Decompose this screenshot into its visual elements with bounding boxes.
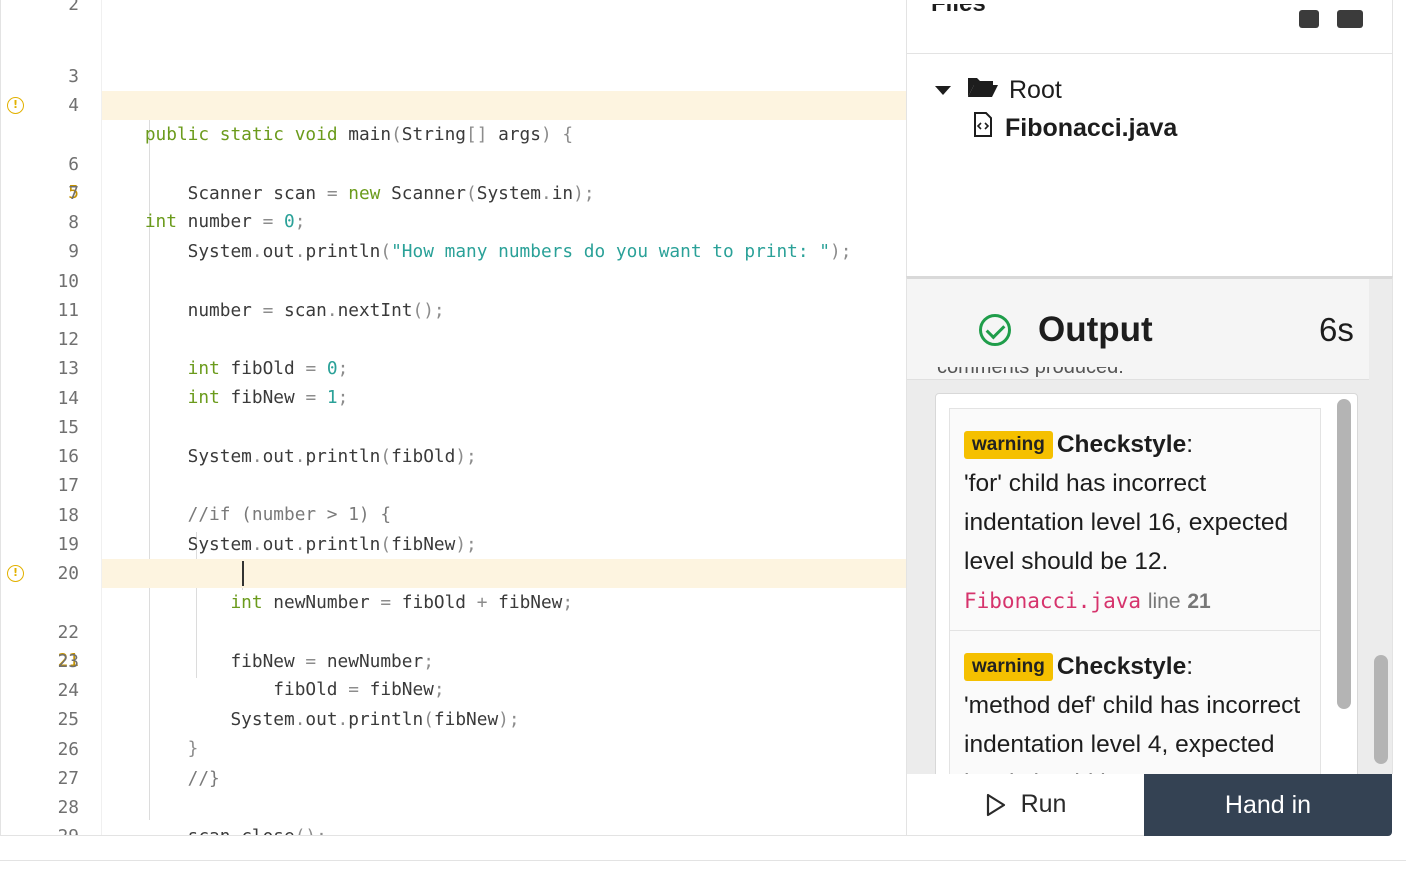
- code-file-icon: [973, 111, 993, 145]
- code-line: 14: [1, 355, 908, 409]
- tree-item-label: Root: [1009, 75, 1062, 104]
- line-label: line: [1147, 590, 1181, 613]
- code-line: 20 int newNumber = fibOld + fibNew;: [1, 530, 908, 613]
- output-summary-text: comments produced:: [937, 367, 1197, 377]
- code-line: 22 fibNew = newNumber;: [1, 589, 908, 672]
- code-line: 8 System.out.println("How many numbers d…: [1, 179, 908, 262]
- code-line: 28 scan.close();: [1, 764, 908, 835]
- code-line-warning: ! 21 fibOld = fibNew;: [1, 559, 908, 700]
- code-line: 15 System.out.println(fibOld);: [1, 384, 908, 467]
- files-panel: Files Root Fibonacci.java: [906, 0, 1393, 276]
- code-line: 26 //}: [1, 706, 908, 789]
- line-number: 2: [68, 0, 79, 15]
- code-line: 17 //if (number > 1) {: [1, 442, 908, 525]
- divider: [907, 53, 1392, 54]
- tree-item-label: Fibonacci.java: [1005, 113, 1178, 142]
- hand-in-button[interactable]: Hand in: [1144, 774, 1392, 836]
- warning-icon[interactable]: !: [7, 97, 24, 114]
- code-line: 18 System.out.println(fibNew);: [1, 472, 908, 555]
- tree-item-file[interactable]: Fibonacci.java: [973, 111, 1178, 145]
- tree-item-root[interactable]: Root: [935, 75, 1062, 105]
- list-item: warning Checkstyle: 'method def' child ha…: [949, 630, 1321, 774]
- message-text: 'for' child has incorrect indentation le…: [964, 470, 1289, 575]
- checker-name: Checkstyle: [1056, 431, 1187, 458]
- warning-icon[interactable]: !: [7, 565, 24, 582]
- scrollbar-thumb[interactable]: [1337, 399, 1351, 709]
- output-duration: 6s: [1319, 311, 1354, 348]
- code-line: 24 System.out.println(fibNew);: [1, 647, 908, 730]
- play-icon: [986, 793, 1005, 816]
- scrollbar-thumb[interactable]: [1374, 655, 1388, 764]
- code-line: 13 int fibNew = 1;: [1, 325, 908, 408]
- code-line: 2: [1, 0, 908, 33]
- code-line: 25 }: [1, 676, 908, 759]
- files-panel-title: Files: [931, 4, 986, 20]
- message-text: 'method def' child has incorrect indenta…: [964, 692, 1301, 774]
- line-highlight: [102, 559, 908, 588]
- code-line: 27: [1, 735, 908, 789]
- output-header: Output 6s: [907, 279, 1369, 380]
- warning-badge: warning: [964, 653, 1053, 681]
- divider: [0, 860, 1406, 861]
- code-line: 6 Scanner scan = new Scanner(System.in);: [1, 121, 908, 204]
- code-line: 10 number = scan.nextInt();: [1, 238, 908, 321]
- code-line: 4 public static void main(String[] args)…: [1, 62, 908, 145]
- code-line: 16: [1, 413, 908, 467]
- line-highlight: [102, 91, 908, 120]
- new-folder-icon[interactable]: [1337, 10, 1363, 28]
- code-line: 30: [1, 822, 908, 835]
- check-circle-icon: [979, 314, 1011, 346]
- code-line: 9: [1, 208, 908, 262]
- caret-down-icon[interactable]: [935, 85, 951, 95]
- warning-badge: warning: [964, 431, 1053, 459]
- code-line: 12 int fibOld = 0;: [1, 296, 908, 379]
- line-number-ref[interactable]: 21: [1187, 590, 1210, 613]
- text-cursor: [242, 561, 244, 586]
- code-line: 3 class Fibonacci {: [1, 33, 908, 116]
- run-label: Run: [1020, 790, 1067, 818]
- message-list[interactable]: warning Checkstyle: 'for' child has incor…: [935, 393, 1358, 774]
- output-panel: Output 6s comments produced: warningChec…: [906, 276, 1393, 774]
- code-line-warning: ! 5 int number = 0;: [1, 91, 908, 232]
- code-line: 23: [1, 618, 908, 672]
- code-line: 11: [1, 267, 908, 321]
- checker-name: Checkstyle: [1056, 653, 1187, 680]
- file-link[interactable]: Fibonacci.java: [964, 589, 1141, 613]
- hand-in-label: Hand in: [1224, 790, 1312, 819]
- run-button[interactable]: Run: [906, 774, 1144, 836]
- folder-open-icon: [967, 75, 999, 106]
- list-item: warning Checkstyle: 'for' child has incor…: [949, 408, 1321, 632]
- output-title: Output: [1038, 310, 1153, 349]
- code-editor[interactable]: 2 3 class Fibonacci { 4 public static vo…: [0, 0, 908, 836]
- code-line: 7: [1, 150, 908, 204]
- code-line: 19 for (int i = 2; i < number; i++) {: [1, 501, 908, 584]
- code-line: 29 }: [1, 793, 908, 835]
- new-file-icon[interactable]: [1299, 10, 1319, 28]
